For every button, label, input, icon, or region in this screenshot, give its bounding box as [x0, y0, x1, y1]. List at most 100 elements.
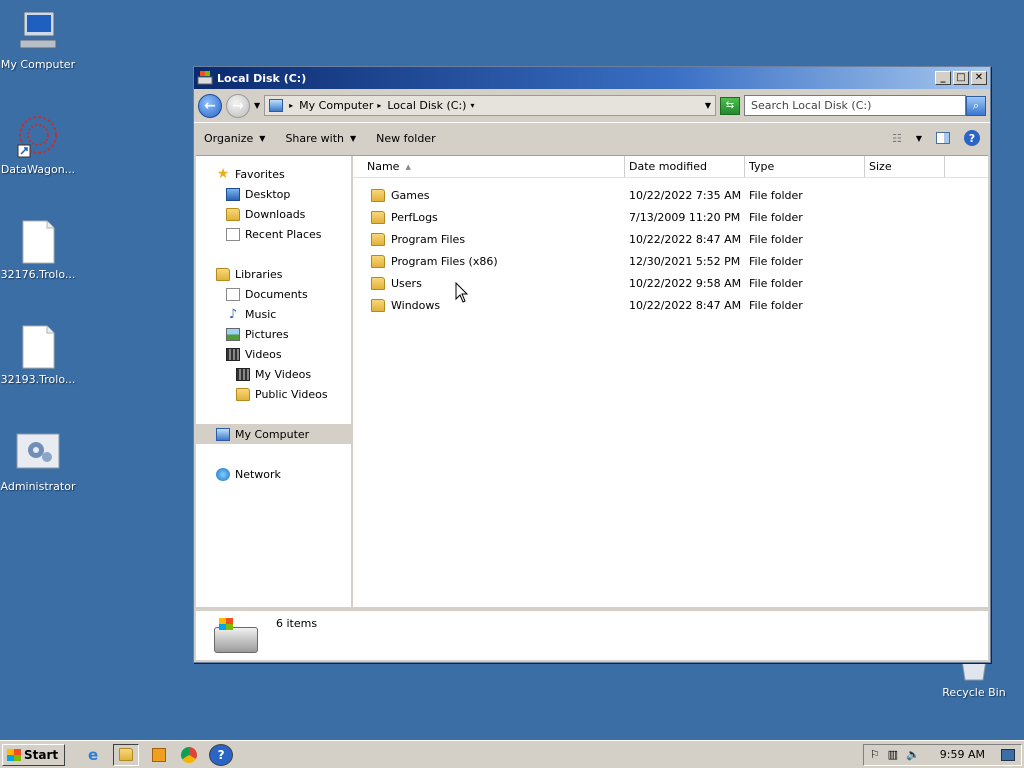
document-icon [14, 325, 62, 369]
nav-desktop[interactable]: Desktop [196, 184, 351, 204]
action-center-flag-icon[interactable]: ⚐ [870, 748, 880, 761]
windows-logo-icon [7, 748, 21, 761]
title-bar[interactable]: Local Disk (C:) _ □ ✕ [194, 67, 990, 89]
chevron-down-icon: ▼ [350, 133, 357, 143]
recycle-bin-icon [950, 659, 998, 682]
windows-explorer-taskbar-button[interactable] [113, 743, 140, 766]
mouse-pointer-icon [455, 282, 469, 303]
star-icon: ★ [216, 165, 230, 182]
new-folder-button[interactable]: New folder [376, 132, 435, 145]
window-title: Local Disk (C:) [217, 71, 307, 85]
nav-favorites[interactable]: ★ Favorites [196, 164, 351, 184]
nav-my-videos[interactable]: My Videos [196, 364, 351, 384]
table-row[interactable]: Games 10/22/2022 7:35 AM File folder [353, 184, 988, 206]
nav-recent-places[interactable]: Recent Places [196, 224, 351, 244]
chevron-down-icon: ▼ [259, 133, 266, 143]
documents-icon [226, 287, 240, 301]
libraries-icon [216, 267, 230, 281]
taskbar: Start e ? ⚐ ▥ 🔈 9:59 AM [0, 740, 1024, 768]
music-icon: ♪ [228, 306, 238, 322]
explorer-body: ★ Favorites Desktop Downloads Recent Plac… [196, 155, 988, 607]
breadcrumb-local-disk[interactable]: Local Disk (C:) ▾ [387, 99, 474, 112]
chrome-icon[interactable] [179, 745, 199, 765]
nav-my-computer[interactable]: My Computer [196, 424, 351, 444]
column-header-size[interactable]: Size [865, 156, 945, 177]
desktop-icon-file-32193[interactable]: 32193.Trolo... [0, 325, 76, 386]
chevron-right-icon[interactable]: ▸ [289, 101, 293, 110]
quick-launch: e ? [83, 743, 234, 766]
table-row[interactable]: Program Files (x86) 12/30/2021 5:52 PM Fil… [353, 250, 988, 272]
folder-icon [371, 254, 385, 268]
volume-icon[interactable]: 🔈 [906, 748, 920, 761]
desktop-icon-label: My Computer [0, 58, 76, 71]
start-button[interactable]: Start [2, 743, 66, 766]
help-and-support-icon[interactable]: ? [209, 743, 234, 766]
forward-button[interactable]: → [226, 93, 250, 118]
nav-music[interactable]: ♪ Music [196, 304, 351, 324]
sort-ascending-icon: ▲ [405, 162, 411, 171]
show-desktop-icon[interactable] [1001, 748, 1015, 761]
organize-button[interactable]: Organize ▼ [204, 132, 265, 145]
nav-network[interactable]: Network [196, 464, 351, 484]
nav-videos[interactable]: Videos [196, 344, 351, 364]
my-computer-icon [14, 10, 62, 54]
address-field[interactable]: ▸ My Computer ▸ Local Disk (C:) ▾ ▼ [264, 95, 716, 116]
folder-icon [371, 232, 385, 246]
media-player-icon[interactable] [149, 745, 169, 765]
desktop-icon-administrator[interactable]: Administrator [0, 432, 76, 493]
clock[interactable]: 9:59 AM [940, 748, 985, 761]
table-row[interactable]: PerfLogs 7/13/2009 11:20 PM File folder [353, 206, 988, 228]
item-count: 6 items [276, 617, 318, 630]
view-options-icon[interactable]: ☷ [892, 132, 902, 145]
chevron-right-icon: ▸ [377, 101, 382, 110]
desktop-icon-label: DataWagon... [0, 163, 76, 176]
close-button[interactable]: ✕ [971, 71, 987, 85]
explorer-window: Local Disk (C:) _ □ ✕ ← → ▼ ▸ My Compute… [193, 66, 991, 663]
desktop-icon-my-computer[interactable]: My Computer [0, 10, 76, 71]
nav-documents[interactable]: Documents [196, 284, 351, 304]
hard-drive-icon [214, 618, 258, 653]
recent-pages-dropdown[interactable]: ▼ [254, 101, 260, 110]
downloads-folder-icon [226, 207, 240, 221]
back-button[interactable]: ← [198, 93, 222, 118]
help-icon[interactable]: ? [964, 130, 980, 146]
desktop-icon-datawagon[interactable]: DataWagon... [0, 115, 76, 176]
table-row[interactable]: Program Files 10/22/2022 8:47 AM File fold… [353, 228, 988, 250]
network-tray-icon[interactable]: ▥ [888, 748, 898, 761]
desktop-icon-recycle-bin[interactable]: Recycle Bin [936, 659, 1012, 699]
details-pane: 6 items [196, 609, 988, 660]
desktop-icon [226, 187, 240, 201]
network-icon [216, 467, 230, 481]
minimize-button[interactable]: _ [935, 71, 951, 85]
computer-icon [269, 99, 284, 112]
videos-icon [226, 347, 240, 361]
nav-libraries[interactable]: Libraries [196, 264, 351, 284]
view-dropdown-icon[interactable]: ▼ [916, 134, 922, 143]
column-header-type[interactable]: Type [745, 156, 865, 177]
navigation-pane: ★ Favorites Desktop Downloads Recent Plac… [196, 156, 353, 607]
column-header-date[interactable]: Date modified [625, 156, 745, 177]
folder-icon [371, 298, 385, 312]
refresh-button[interactable]: ⇆ [720, 96, 740, 115]
share-with-button[interactable]: Share with ▼ [285, 132, 356, 145]
pictures-icon [226, 327, 240, 341]
document-icon [14, 220, 62, 264]
address-dropdown-button[interactable]: ▼ [705, 101, 711, 110]
search-input[interactable]: Search Local Disk (C:) [744, 95, 966, 116]
search-icon[interactable]: ⌕ [966, 95, 986, 116]
table-row[interactable]: Windows 10/22/2022 8:47 AM File folder [353, 294, 988, 316]
desktop-icon-label: 32193.Trolo... [0, 373, 76, 386]
column-header-name[interactable]: Name ▲ [353, 156, 625, 177]
nav-public-videos[interactable]: Public Videos [196, 384, 351, 404]
table-row[interactable]: Users 10/22/2022 9:58 AM File folder [353, 272, 988, 294]
nav-downloads[interactable]: Downloads [196, 204, 351, 224]
breadcrumb-my-computer[interactable]: My Computer ▸ [299, 99, 381, 112]
internet-explorer-icon[interactable]: e [83, 745, 103, 765]
file-rows: Games 10/22/2022 7:35 AM File folder PerfL… [353, 178, 988, 316]
desktop-icon-file-32176[interactable]: 32176.Trolo... [0, 220, 76, 281]
nav-pictures[interactable]: Pictures [196, 324, 351, 344]
preview-pane-icon[interactable] [936, 132, 950, 144]
file-list: Name ▲ Date modified Type Size Games 10/22… [353, 156, 988, 607]
maximize-button[interactable]: □ [953, 71, 969, 85]
command-bar: Organize ▼ Share with ▼ New folder ☷ ▼ ? [194, 123, 990, 153]
